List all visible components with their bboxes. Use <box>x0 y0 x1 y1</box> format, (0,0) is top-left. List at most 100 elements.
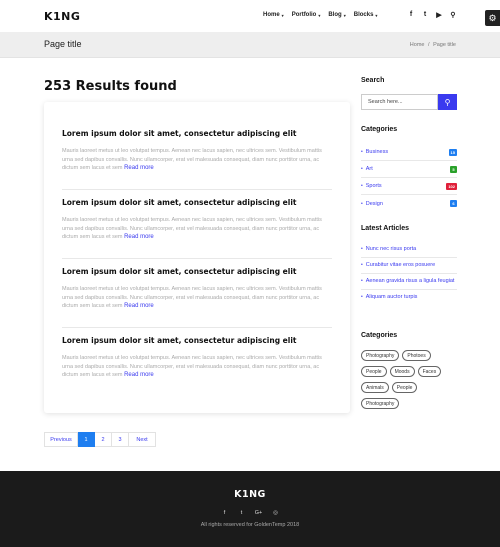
results-heading: 253 Results found <box>44 79 177 94</box>
results-list: Lorem ipsum dolor sit amet, consectetur … <box>44 102 350 413</box>
search-input[interactable] <box>361 94 438 110</box>
instagram-icon[interactable]: ◎ <box>272 510 280 516</box>
pagination-page-2[interactable]: 2 <box>95 432 112 447</box>
bullet-icon: • <box>361 183 363 189</box>
article-excerpt: Mauris laoreet metus ut leo volutpat tem… <box>62 216 332 242</box>
category-label-wrap: • Sports <box>361 183 382 189</box>
youtube-icon[interactable]: ▶ <box>436 11 442 19</box>
article-text: Mauris laoreet metus ut leo volutpat tem… <box>62 217 322 240</box>
latest-article-item[interactable]: • Aliquam auctor turpis <box>361 290 457 305</box>
facebook-icon[interactable]: f <box>408 11 414 19</box>
read-more-link[interactable]: Read more <box>124 372 154 378</box>
list-item: Lorem ipsum dolor sit amet, consectetur … <box>62 198 332 242</box>
tag-item[interactable]: Moods <box>389 366 415 377</box>
latest-article-item[interactable]: • Aenean gravida risus a ligula feugiat <box>361 274 457 290</box>
article-title[interactable]: Lorem ipsum dolor sit amet, consectetur … <box>62 336 332 345</box>
article-text: Mauris laoreet metus ut leo volutpat tem… <box>62 355 322 378</box>
article-text: Mauris laoreet metus ut leo volutpat tem… <box>62 286 322 309</box>
footer-social: f t G+ ◎ <box>0 510 500 516</box>
list-item: Lorem ipsum dolor sit amet, consectetur … <box>62 267 332 311</box>
pagination: Previous 1 2 3 Next <box>44 432 156 447</box>
nav-item-home[interactable]: Home ▾ <box>263 12 284 18</box>
latest-articles-heading: Latest Articles <box>361 225 409 232</box>
breadcrumb-home-link[interactable]: Home <box>410 42 425 48</box>
facebook-icon[interactable]: f <box>221 510 229 516</box>
tag-cloud: Photography Photoes People Moods Faces A… <box>361 350 461 414</box>
chevron-down-icon: ▾ <box>343 12 346 18</box>
category-label: Business <box>365 149 389 155</box>
bullet-icon: • <box>361 246 363 252</box>
divider <box>62 189 332 190</box>
search-button[interactable]: ⚲ <box>438 94 457 110</box>
category-label: Sports <box>365 183 382 189</box>
settings-gear-icon[interactable]: ⚙ <box>485 10 500 26</box>
twitter-icon[interactable]: t <box>238 510 246 516</box>
category-item-art[interactable]: • Art 5 <box>361 161 457 178</box>
bullet-icon: • <box>361 149 363 155</box>
count-badge: 15 <box>448 148 457 156</box>
twitter-icon[interactable]: t <box>422 11 428 19</box>
category-label-wrap: • Design <box>361 201 383 207</box>
category-item-business[interactable]: • Business 15 <box>361 144 457 161</box>
page-title-bar: Page title Home / Page title <box>0 32 500 58</box>
read-more-link[interactable]: Read more <box>124 165 154 171</box>
site-logo[interactable]: K1NG <box>44 10 80 23</box>
search-heading: Search <box>361 77 385 84</box>
category-item-design[interactable]: • Design 6 <box>361 195 457 212</box>
latest-article-label: Aenean gravida risus a ligula feugiat <box>365 278 455 284</box>
tag-item[interactable]: Photography <box>361 398 400 409</box>
list-item: Lorem ipsum dolor sit amet, consectetur … <box>62 336 332 380</box>
latest-article-item[interactable]: • Nunc nec risus porta <box>361 242 457 258</box>
footer-logo[interactable]: K1NG <box>0 489 500 500</box>
divider <box>62 327 332 328</box>
chevron-down-icon: ▾ <box>318 12 321 18</box>
bullet-icon: • <box>361 200 363 207</box>
article-title[interactable]: Lorem ipsum dolor sit amet, consectetur … <box>62 198 332 207</box>
article-excerpt: Mauris laoreet metus ut leo volutpat tem… <box>62 285 332 311</box>
breadcrumb: Home / Page title <box>410 42 456 48</box>
category-label-wrap: • Business <box>361 149 388 155</box>
search-icon: ⚲ <box>444 97 451 107</box>
tag-item[interactable]: People <box>361 366 387 377</box>
tag-item[interactable]: Photography <box>361 350 400 361</box>
article-title[interactable]: Lorem ipsum dolor sit amet, consectetur … <box>62 129 332 138</box>
article-title[interactable]: Lorem ipsum dolor sit amet, consectetur … <box>62 267 332 276</box>
latest-article-label: Nunc nec risus porta <box>365 246 417 252</box>
category-item-sports[interactable]: • Sports 102 <box>361 178 457 195</box>
latest-articles-list: • Nunc nec risus porta • Curabitur vitae e… <box>361 242 457 305</box>
bullet-icon: • <box>361 262 363 268</box>
latest-article-item[interactable]: • Curabitur vitae eros posuere <box>361 258 457 274</box>
chevron-down-icon: ▾ <box>281 12 284 18</box>
nav-item-label: Home <box>263 12 280 18</box>
divider <box>62 258 332 259</box>
top-header: K1NG Home ▾ Portfolio ▾ Blog ▾ Blocks ▾ … <box>0 0 500 32</box>
category-label: Art <box>365 166 373 172</box>
article-excerpt: Mauris laoreet metus ut leo volutpat tem… <box>62 147 332 173</box>
count-badge: 5 <box>450 165 457 173</box>
nav-item-blocks[interactable]: Blocks ▾ <box>354 12 378 18</box>
count-badge: 6 <box>450 200 457 207</box>
search-form: ⚲ <box>361 94 457 110</box>
latest-article-label: Aliquam auctor turpis <box>365 294 418 300</box>
bullet-icon: • <box>361 166 363 172</box>
pagination-page-3[interactable]: 3 <box>112 432 129 447</box>
pagination-previous[interactable]: Previous <box>44 432 78 447</box>
pagination-next[interactable]: Next <box>129 432 156 447</box>
read-more-link[interactable]: Read more <box>124 303 154 309</box>
google-plus-icon[interactable]: G+ <box>255 510 263 516</box>
nav-item-blog[interactable]: Blog ▾ <box>328 12 345 18</box>
search-icon[interactable]: ⚲ <box>450 11 456 19</box>
article-text: Mauris laoreet metus ut leo volutpat tem… <box>62 148 322 171</box>
pagination-page-1[interactable]: 1 <box>78 432 95 447</box>
nav-item-label: Portfolio <box>291 12 317 18</box>
tag-item[interactable]: Photoes <box>402 350 431 361</box>
site-footer: K1NG f t G+ ◎ All rights reserved for Go… <box>0 471 500 547</box>
read-more-link[interactable]: Read more <box>124 234 154 240</box>
copyright-text: All rights reserved for GoldenTemp 2018 <box>200 522 300 528</box>
categories-heading: Categories <box>361 126 398 133</box>
breadcrumb-separator: / <box>428 42 430 48</box>
tag-item[interactable]: Faces <box>417 366 442 377</box>
tag-item[interactable]: Animals <box>361 382 389 393</box>
tag-item[interactable]: People <box>391 382 418 393</box>
nav-item-portfolio[interactable]: Portfolio ▾ <box>292 12 321 18</box>
